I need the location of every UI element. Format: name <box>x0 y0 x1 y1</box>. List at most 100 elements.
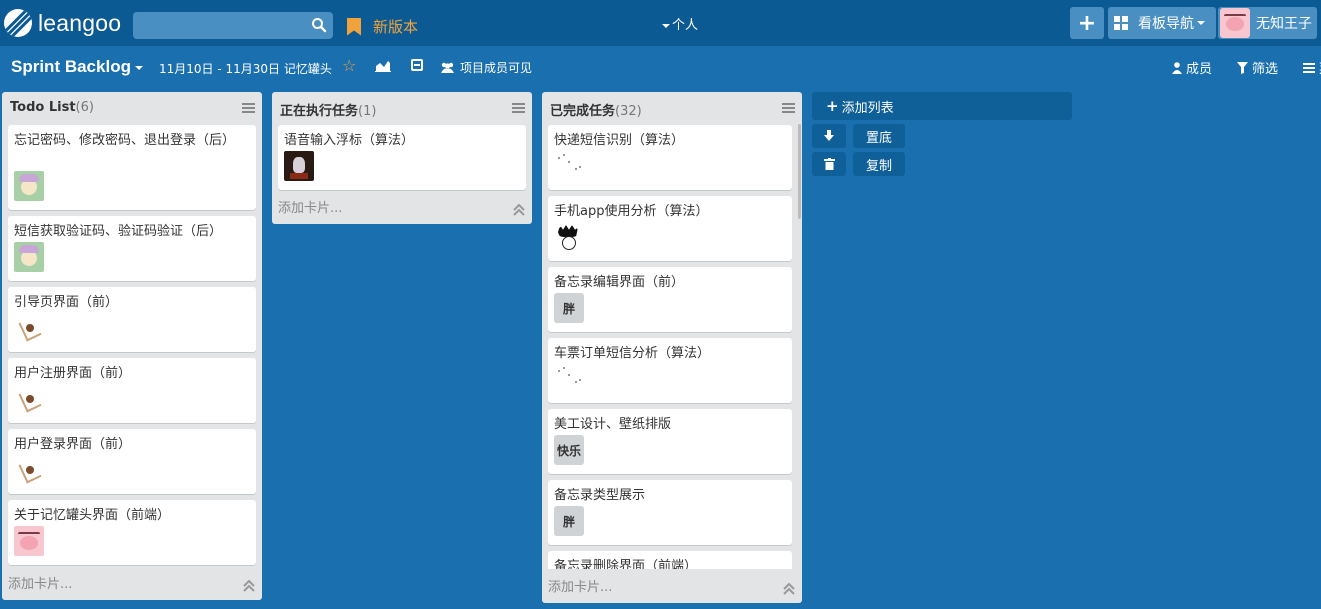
copy-icon-button[interactable] <box>812 152 846 176</box>
logo-text: leangoo <box>38 9 122 36</box>
list-scrollbar[interactable] <box>798 124 801 219</box>
collapse-icon[interactable] <box>243 580 255 592</box>
plus-icon: + <box>1077 10 1097 36</box>
card-title: 备忘录编辑界面（前） <box>554 275 685 290</box>
list-card[interactable]: 语音输入浮标（算法） <box>278 125 526 190</box>
caret-down-icon <box>1197 21 1205 25</box>
filter-icon <box>1237 61 1248 74</box>
top-bar: leangoo 新版本 个人 + 看板导航 无知王子 <box>0 0 1321 46</box>
list-count: (32) <box>615 104 642 119</box>
list-card[interactable]: 美工设计、壁纸排版 快乐 <box>548 409 792 474</box>
sprint-date-range: 11月10日 - 11月30日 记忆罐头 <box>159 62 332 76</box>
star-icon[interactable]: ☆ <box>342 56 356 75</box>
list-header[interactable]: 正在执行任务(1) <box>280 100 376 119</box>
add-list-button[interactable]: + 添加列表 <box>812 92 1072 120</box>
add-card-link[interactable]: 添加卡片... <box>8 573 72 592</box>
list-header[interactable]: 已完成任务(32) <box>550 100 642 119</box>
card-tag: 胖 <box>554 293 584 323</box>
list-header[interactable]: Todo List(6) <box>10 100 94 115</box>
chart-icon[interactable] <box>375 60 391 72</box>
list-card[interactable]: 引导页界面（前） <box>8 287 256 352</box>
card-title: 引导页界面（前） <box>14 295 119 310</box>
members-button[interactable]: 成员 <box>1172 58 1212 77</box>
card-tag: 胖 <box>554 506 584 536</box>
card-title: 备忘录类型展示 <box>554 488 646 503</box>
filter-label: 筛选 <box>1252 62 1279 77</box>
visibility-setting[interactable]: 项目成员可见 <box>440 59 532 76</box>
card-title: 快递短信识别（算法） <box>554 133 685 148</box>
list-card[interactable]: 快递短信识别（算法） <box>548 125 792 190</box>
user-menu-button[interactable]: 无知王子 <box>1218 7 1317 39</box>
sketch-avatar <box>14 384 44 414</box>
anime-avatar <box>14 171 44 201</box>
dots-avatar <box>554 364 584 394</box>
move-bottom-button[interactable]: 置底 <box>853 124 905 148</box>
grid-icon <box>1114 16 1128 30</box>
card-title: 语音输入浮标（算法） <box>284 133 415 148</box>
copy-button[interactable]: 复制 <box>853 152 905 176</box>
leangoo-logo[interactable]: leangoo <box>4 9 121 37</box>
list-menu-icon[interactable] <box>512 103 525 113</box>
caret-down-icon <box>662 23 670 28</box>
board-nav-button[interactable]: 看板导航 <box>1108 7 1216 39</box>
caret-down-icon <box>134 65 143 70</box>
board-menu-button[interactable]: 菜 <box>1303 58 1321 77</box>
list-card[interactable]: 备忘录编辑界面（前） 胖 <box>548 267 792 332</box>
create-button[interactable]: + <box>1070 7 1104 39</box>
card-title: 备忘录删除界面（前端） <box>554 559 698 569</box>
list-card[interactable]: 用户注册界面（前） <box>8 358 256 423</box>
list-menu-icon[interactable] <box>242 103 255 113</box>
card-title: 美工设计、壁纸排版 <box>554 417 672 432</box>
list-name: 已完成任务 <box>550 104 616 119</box>
list-name: Todo List <box>10 100 76 115</box>
list-menu-icon[interactable] <box>782 103 795 113</box>
list-card[interactable]: 备忘录类型展示 胖 <box>548 480 792 545</box>
user-icon <box>1172 61 1182 74</box>
bookmark-icon <box>347 17 361 36</box>
list-card[interactable]: 手机app使用分析（算法） <box>548 196 792 261</box>
filter-button[interactable]: 筛选 <box>1237 58 1278 77</box>
list-card[interactable]: 用户登录界面（前） <box>8 429 256 494</box>
user-name: 无知王子 <box>1256 16 1312 32</box>
add-card-link[interactable]: 添加卡片... <box>278 197 342 216</box>
sketch-avatar <box>14 313 44 343</box>
card-title: 车票订单短信分析（算法） <box>554 346 711 361</box>
list-card[interactable]: 备忘录删除界面（前端） <box>548 551 792 569</box>
search-input[interactable] <box>133 12 333 39</box>
card-tag: 快乐 <box>554 435 585 465</box>
search-icon[interactable] <box>311 17 327 33</box>
arrow-down-icon <box>824 130 834 141</box>
pig-avatar <box>14 526 44 556</box>
card-title: 关于记忆罐头界面（前端） <box>14 508 171 523</box>
list-name: 正在执行任务 <box>280 104 359 119</box>
new-version-link[interactable]: 新版本 <box>347 16 418 37</box>
list-card[interactable]: 短信获取验证码、验证码验证（后） <box>8 216 256 281</box>
hair-avatar <box>554 222 584 252</box>
list-count: (6) <box>75 100 94 115</box>
list-card[interactable]: 车票订单短信分析（算法） <box>548 338 792 403</box>
split-view-icon[interactable] <box>411 59 423 71</box>
dots-avatar <box>554 151 584 181</box>
visibility-label: 项目成员可见 <box>460 61 533 75</box>
workspace-dropdown[interactable]: 个人 <box>662 14 698 33</box>
move-bottom-icon-button[interactable] <box>812 124 846 148</box>
plus-icon: + <box>826 97 839 115</box>
list-in-progress: 正在执行任务(1) 语音输入浮标（算法） 添加卡片... <box>272 92 532 224</box>
list-card[interactable]: 关于记忆罐头界面（前端） <box>8 500 256 565</box>
logo-icon <box>4 9 32 37</box>
trash-icon <box>823 158 835 170</box>
card-title: 用户注册界面（前） <box>14 366 132 381</box>
menu-icon <box>1303 62 1315 73</box>
photo-avatar <box>284 151 314 181</box>
board-title[interactable]: Sprint Backlog <box>11 57 145 77</box>
user-avatar <box>1220 8 1250 38</box>
list-count: (1) <box>358 104 377 119</box>
card-title: 手机app使用分析（算法） <box>554 204 709 219</box>
list-done: 已完成任务(32) 快递短信识别（算法） 手机app使用分析（算法） 备忘录编辑… <box>542 92 802 603</box>
list-card[interactable]: 忘记密码、修改密码、退出登录（后） <box>8 125 256 210</box>
new-version-label: 新版本 <box>373 18 419 36</box>
card-title: 忘记密码、修改密码、退出登录（后） <box>14 133 236 148</box>
collapse-icon[interactable] <box>513 204 525 216</box>
add-card-link[interactable]: 添加卡片... <box>548 576 612 595</box>
collapse-icon[interactable] <box>783 583 795 595</box>
